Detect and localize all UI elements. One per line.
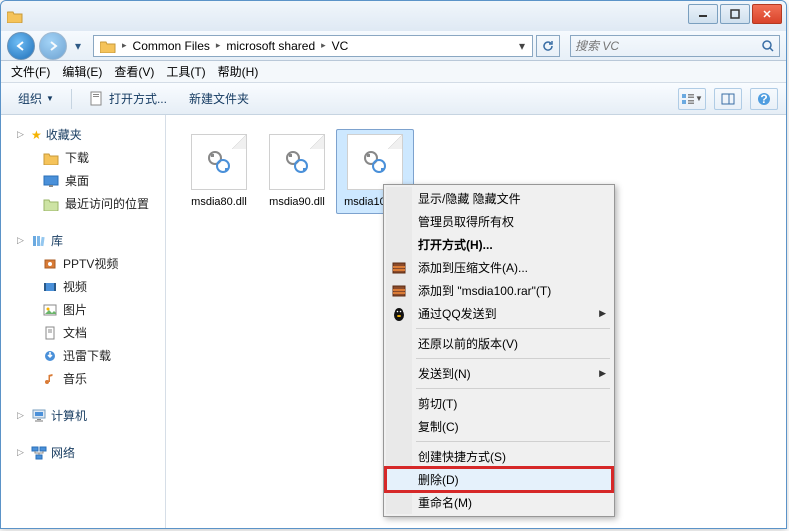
refresh-button[interactable]: [536, 35, 560, 57]
minimize-button[interactable]: [688, 4, 718, 24]
ctx-open-with[interactable]: 打开方式(H)...: [386, 233, 612, 256]
qq-icon: [391, 306, 407, 322]
ctx-add-to-rar[interactable]: 添加到 "msdia100.rar"(T): [386, 279, 612, 302]
open-with-button[interactable]: 打开方式...: [80, 85, 176, 112]
command-bar: 组织 ▼ 打开方式... 新建文件夹 ▼ ?: [1, 83, 786, 115]
sidebar-item-desktop[interactable]: 桌面: [1, 169, 165, 192]
sidebar-item-pictures[interactable]: 图片: [1, 298, 165, 321]
menu-edit[interactable]: 编辑(E): [56, 60, 108, 83]
sidebar-favorites[interactable]: ▷★收藏夹: [1, 123, 165, 146]
separator: [416, 358, 610, 359]
tree-expand-icon: ▷: [17, 410, 27, 421]
address-bar[interactable]: ▸ Common Files ▸ microsoft shared ▸ VC ▾: [93, 35, 533, 57]
breadcrumb-item[interactable]: microsoft shared: [222, 36, 319, 56]
search-box[interactable]: [570, 35, 780, 57]
ctx-add-to-archive[interactable]: 添加到压缩文件(A)...: [386, 256, 612, 279]
sidebar-item-music[interactable]: 音乐: [1, 367, 165, 390]
rar-icon: [391, 260, 407, 276]
organize-button[interactable]: 组织 ▼: [9, 85, 63, 112]
close-button[interactable]: [752, 4, 782, 24]
folder-icon: [7, 9, 23, 23]
tree-expand-icon: ▷: [17, 447, 27, 458]
menu-file[interactable]: 文件(F): [5, 60, 56, 83]
recent-icon: [43, 197, 59, 211]
context-menu: 显示/隐藏 隐藏文件 管理员取得所有权 打开方式(H)... 添加到压缩文件(A…: [383, 184, 615, 517]
breadcrumb-item[interactable]: VC: [328, 36, 353, 56]
breadcrumb-root-icon[interactable]: [96, 36, 120, 56]
address-dropdown-icon[interactable]: ▾: [514, 39, 530, 53]
ctx-take-ownership[interactable]: 管理员取得所有权: [386, 210, 612, 233]
ctx-toggle-hidden[interactable]: 显示/隐藏 隐藏文件: [386, 187, 612, 210]
ctx-copy[interactable]: 复制(C): [386, 415, 612, 438]
titlebar[interactable]: [1, 1, 786, 31]
breadcrumb-item[interactable]: Common Files: [129, 36, 214, 56]
view-options-button[interactable]: ▼: [678, 88, 706, 110]
sidebar-item-thunder[interactable]: 迅雷下载: [1, 344, 165, 367]
sidebar-item-recent[interactable]: 最近访问的位置: [1, 192, 165, 215]
help-button[interactable]: ?: [750, 88, 778, 110]
star-icon: ★: [31, 128, 42, 142]
network-icon: [31, 446, 47, 460]
sidebar-item-videos[interactable]: 视频: [1, 275, 165, 298]
rar-icon: [391, 283, 407, 299]
separator: [416, 328, 610, 329]
ctx-create-shortcut[interactable]: 创建快捷方式(S): [386, 445, 612, 468]
navigation-pane: ▷★收藏夹 下载 桌面 最近访问的位置 ▷库 PPTV视频 视频 图片 文档 迅…: [1, 115, 166, 528]
search-icon[interactable]: [761, 39, 775, 53]
open-with-icon: [89, 91, 105, 107]
svg-text:?: ?: [760, 92, 767, 106]
menu-tools[interactable]: 工具(T): [160, 60, 211, 83]
ctx-cut[interactable]: 剪切(T): [386, 392, 612, 415]
ctx-qq-send[interactable]: 通过QQ发送到 ▶: [386, 302, 612, 325]
back-button[interactable]: [7, 32, 35, 60]
submenu-arrow-icon: ▶: [599, 308, 606, 319]
computer-icon: [31, 409, 47, 423]
ctx-delete[interactable]: 删除(D): [386, 468, 612, 491]
forward-button[interactable]: [39, 32, 67, 60]
sidebar-network[interactable]: ▷网络: [1, 441, 165, 464]
menu-bar: 文件(F) 编辑(E) 查看(V) 工具(T) 帮助(H): [1, 61, 786, 83]
ctx-restore-versions[interactable]: 还原以前的版本(V): [386, 332, 612, 355]
desktop-icon: [43, 175, 59, 187]
search-input[interactable]: [575, 39, 761, 53]
file-name-label: msdia80.dll: [183, 196, 255, 209]
music-icon: [43, 372, 57, 386]
sidebar-item-documents[interactable]: 文档: [1, 321, 165, 344]
menu-view[interactable]: 查看(V): [108, 60, 160, 83]
sidebar-item-pptv[interactable]: PPTV视频: [1, 252, 165, 275]
file-item[interactable]: msdia90.dll: [258, 129, 336, 214]
preview-pane-button[interactable]: [714, 88, 742, 110]
sidebar-computer[interactable]: ▷计算机: [1, 404, 165, 427]
sidebar-item-downloads[interactable]: 下载: [1, 146, 165, 169]
video-icon: [43, 280, 57, 294]
separator: [416, 388, 610, 389]
video-icon: [43, 257, 57, 271]
document-icon: [43, 326, 57, 340]
tree-expand-icon: ▷: [17, 235, 27, 246]
nav-history-dropdown[interactable]: ▾: [71, 37, 85, 55]
submenu-arrow-icon: ▶: [599, 368, 606, 379]
folder-icon: [43, 151, 59, 165]
new-folder-button[interactable]: 新建文件夹: [180, 85, 258, 112]
file-name-label: msdia90.dll: [261, 196, 333, 209]
separator: [71, 89, 72, 109]
sidebar-libraries[interactable]: ▷库: [1, 229, 165, 252]
chevron-right-icon[interactable]: ▸: [214, 40, 223, 51]
chevron-right-icon[interactable]: ▸: [319, 40, 328, 51]
chevron-right-icon[interactable]: ▸: [120, 40, 129, 51]
file-item[interactable]: msdia80.dll: [180, 129, 258, 214]
chevron-down-icon: ▼: [46, 94, 54, 103]
picture-icon: [43, 303, 57, 317]
ctx-rename[interactable]: 重命名(M): [386, 491, 612, 514]
library-icon: [31, 234, 47, 248]
download-icon: [43, 349, 57, 363]
ctx-send-to[interactable]: 发送到(N)▶: [386, 362, 612, 385]
tree-expand-icon: ▷: [17, 129, 27, 140]
menu-help[interactable]: 帮助(H): [212, 60, 265, 83]
maximize-button[interactable]: [720, 4, 750, 24]
navigation-bar: ▾ ▸ Common Files ▸ microsoft shared ▸ VC…: [1, 31, 786, 61]
separator: [416, 441, 610, 442]
